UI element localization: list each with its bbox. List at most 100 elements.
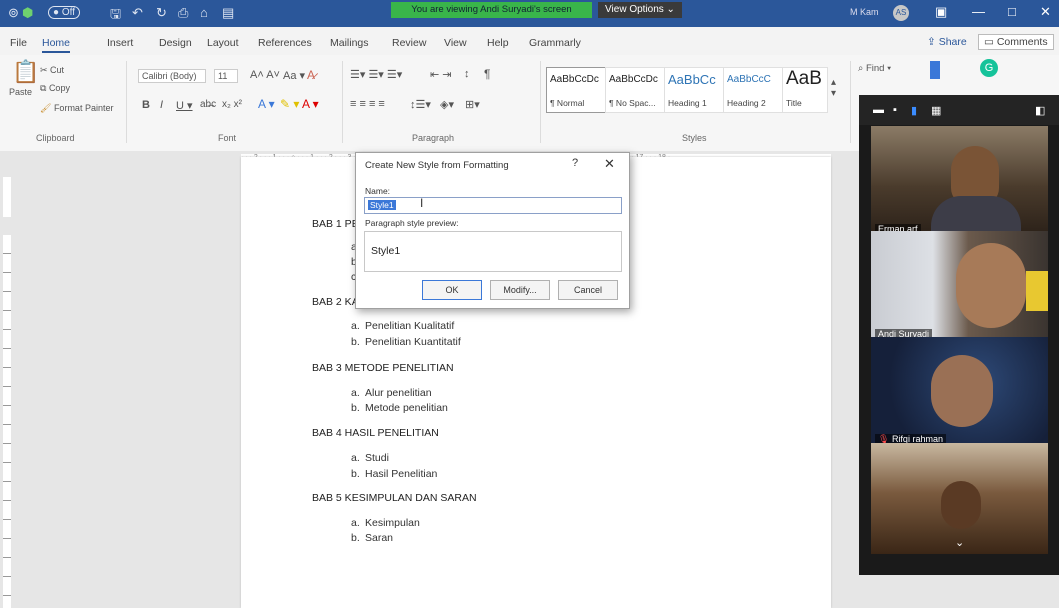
format-painter-button[interactable]: 🖌 Format Painter: [40, 103, 113, 114]
vertical-ruler: [2, 165, 12, 608]
style-heading-2[interactable]: AaBbCcC Heading 2: [723, 67, 783, 113]
speaker-view-icon[interactable]: ▪: [893, 104, 897, 116]
line-spacing-icon[interactable]: ↕☰▾: [410, 98, 431, 111]
autosave-toggle[interactable]: ● Off: [48, 6, 80, 19]
bold-button[interactable]: B: [142, 99, 150, 111]
video-feed: [1026, 271, 1048, 311]
chevron-down-icon[interactable]: ⌄: [955, 536, 964, 549]
align-icons[interactable]: ≡ ≡ ≡ ≡: [350, 98, 385, 110]
style-normal[interactable]: AaBbCcDc ¶ Normal: [546, 67, 606, 113]
clear-format-icon[interactable]: A̷: [307, 68, 315, 82]
tab-mailings[interactable]: Mailings: [330, 37, 369, 49]
restore-button[interactable]: □: [1008, 4, 1016, 19]
ok-button[interactable]: OK: [422, 280, 482, 300]
list-item: b. Hasil Penelitian: [351, 468, 438, 480]
view-options-button[interactable]: View Options ⌄: [598, 2, 682, 18]
ribbon-display-icon[interactable]: ▣: [935, 4, 947, 20]
list-item: b. Metode penelitian: [351, 402, 448, 414]
cut-button[interactable]: ✂ Cut: [40, 65, 64, 76]
bullets-icon[interactable]: ☰▾ ☰▾ ☰▾: [350, 68, 402, 81]
scissors-icon: ✂: [40, 65, 51, 75]
font-group-label: Font: [218, 133, 237, 143]
style-title[interactable]: AaB Title: [782, 67, 828, 113]
pilcrow-icon[interactable]: ¶: [484, 67, 490, 81]
text-cursor-icon: I: [420, 196, 424, 210]
print-icon[interactable]: ⎙: [178, 5, 188, 21]
title-bar: ⊚ ⬢ ● Off 🖫 ↶ ↻ ⎙ ⌂ ▤ You are viewing An…: [0, 0, 1059, 27]
underline-icon[interactable]: U ▾: [176, 99, 193, 112]
strikethrough-icon[interactable]: ab̶c: [200, 99, 216, 110]
participant-video-1[interactable]: Erman arf: [871, 126, 1048, 237]
redo-icon[interactable]: ↻: [156, 5, 167, 21]
expand-icon[interactable]: ◧: [1035, 104, 1045, 117]
styles-scroll-icon[interactable]: ▴ ▾: [831, 77, 836, 99]
paste-button[interactable]: Paste: [9, 87, 32, 97]
minimize-icon[interactable]: ▬: [873, 104, 884, 116]
close-icon[interactable]: ✕: [604, 156, 615, 172]
indent-icon[interactable]: ⇤ ⇥: [430, 68, 452, 81]
style-heading-1[interactable]: AaBbCc Heading 1: [664, 67, 724, 113]
divider: [126, 61, 127, 143]
name-label: Name:: [365, 186, 391, 196]
tab-review[interactable]: Review: [392, 37, 426, 49]
cancel-button[interactable]: Cancel: [558, 280, 618, 300]
list-item: b. Saran: [351, 532, 394, 544]
style-name-input[interactable]: Style1 I: [364, 196, 622, 214]
gallery-view-icon[interactable]: ▦: [931, 104, 941, 117]
highlight-icon[interactable]: ✎ ▾: [280, 97, 299, 111]
touch-mode-icon[interactable]: ⌂: [200, 5, 208, 20]
divider: [342, 61, 343, 143]
grow-font-icon[interactable]: A˄ A˅: [250, 69, 280, 81]
style-name-value: Style1: [368, 200, 396, 210]
paragraph-group-label: Paragraph: [412, 133, 455, 143]
tab-layout[interactable]: Layout: [207, 37, 239, 49]
list-item: a. Penelitian Kualitatif: [351, 320, 455, 332]
paste-icon[interactable]: 📋: [12, 59, 39, 85]
list-item: a. Studi: [351, 452, 389, 464]
font-color-icon[interactable]: A ▾: [302, 97, 319, 111]
style-no-spacing[interactable]: AaBbCcDc ¶ No Spac...: [605, 67, 665, 113]
tab-view[interactable]: View: [444, 37, 467, 49]
font-size-dropdown[interactable]: 11: [214, 69, 238, 83]
avatar[interactable]: AS: [893, 5, 909, 21]
participant-video-2[interactable]: Andi Suryadi: [871, 231, 1048, 342]
customize-icon[interactable]: ▤: [222, 5, 234, 21]
autosave-icon[interactable]: ⊚: [8, 5, 19, 21]
text-effects-icon[interactable]: A ▾: [258, 97, 275, 111]
close-button[interactable]: ✕: [1040, 4, 1051, 20]
shading-icon[interactable]: ◈▾: [440, 98, 454, 111]
preview-label: Paragraph style preview:: [365, 218, 459, 228]
divider: [850, 61, 851, 143]
tab-insert[interactable]: Insert: [107, 37, 133, 49]
tab-file[interactable]: File: [10, 37, 27, 49]
minimize-button[interactable]: —: [972, 4, 985, 19]
style-preview-box: Style1: [364, 231, 622, 272]
section-heading: BAB 4 HASIL PENELITIAN: [312, 427, 439, 439]
tab-design[interactable]: Design: [159, 37, 192, 49]
video-feed: [931, 355, 993, 427]
modify-button[interactable]: Modify...: [490, 280, 550, 300]
find-button[interactable]: ⌕ Find ▾: [858, 63, 891, 74]
change-case-icon[interactable]: Aa ▾: [283, 69, 305, 82]
dictate-icon[interactable]: [930, 61, 940, 79]
grammarly-icon[interactable]: G: [980, 59, 998, 77]
tab-home[interactable]: Home: [42, 37, 71, 53]
save-icon[interactable]: 🖫: [110, 5, 121, 27]
comments-button[interactable]: ▭ Comments: [978, 34, 1054, 50]
sort-icon[interactable]: ↕: [464, 68, 470, 80]
share-button[interactable]: ⇪ Share: [927, 36, 967, 48]
gallery-strip-icon[interactable]: ▮: [911, 104, 917, 117]
user-name[interactable]: M Kam: [850, 7, 879, 17]
borders-icon[interactable]: ⊞▾: [465, 98, 480, 111]
undo-icon[interactable]: ↶: [132, 5, 143, 21]
font-name-dropdown[interactable]: Calibri (Body): [138, 69, 206, 83]
tab-grammarly[interactable]: Grammarly: [529, 37, 581, 49]
copy-button[interactable]: ⧉ Copy: [40, 83, 70, 94]
participant-video-3[interactable]: 🎙 Rifqi rahman: [871, 337, 1048, 448]
tab-help[interactable]: Help: [487, 37, 509, 49]
subscript-icon[interactable]: x₂ x²: [222, 99, 242, 110]
tab-references[interactable]: References: [258, 37, 312, 49]
clipboard-group-label: Clipboard: [36, 133, 75, 143]
italic-button[interactable]: I: [160, 99, 163, 111]
help-icon[interactable]: ?: [572, 157, 578, 169]
